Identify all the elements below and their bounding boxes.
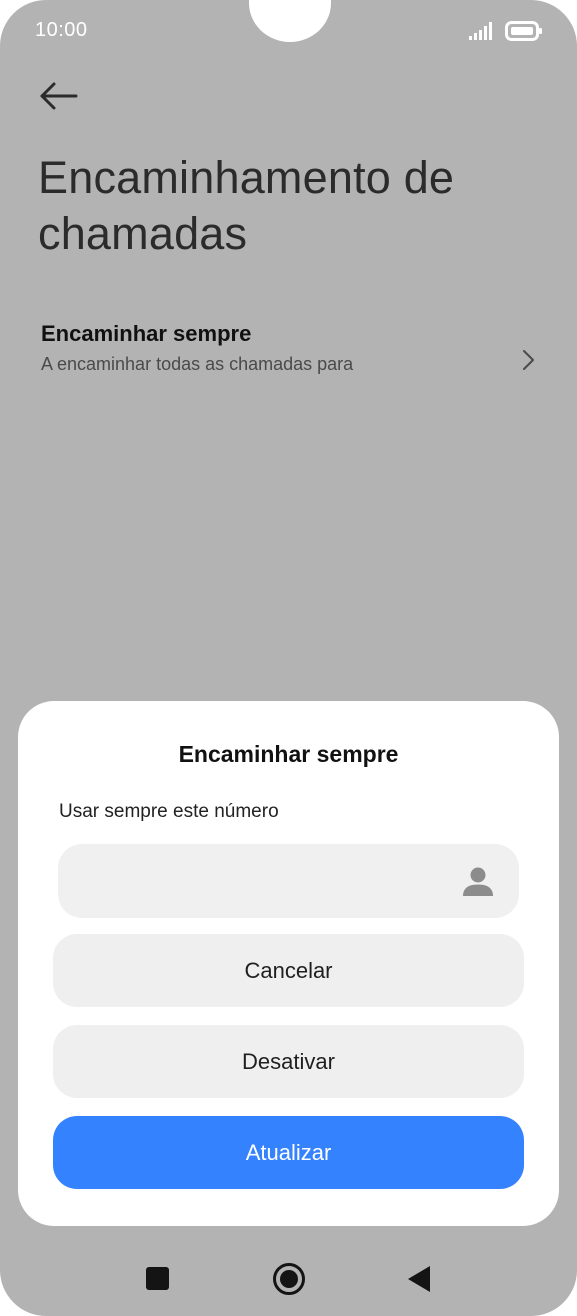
settings-item-always-forward[interactable]: Encaminhar sempre A encaminhar todas as …	[0, 308, 577, 398]
chevron-right-icon	[523, 350, 534, 370]
square-icon[interactable]	[146, 1267, 169, 1290]
navigation-bar	[0, 1240, 577, 1316]
forward-dialog: Encaminhar sempre Usar sempre este númer…	[18, 701, 559, 1226]
dialog-title: Encaminhar sempre	[178, 741, 399, 767]
cancel-button[interactable]: Cancelar	[53, 934, 524, 1007]
update-button[interactable]: Atualizar	[53, 1116, 524, 1189]
settings-item-subtitle: A encaminhar todas as chamadas para	[41, 354, 354, 374]
number-input[interactable]	[78, 844, 452, 920]
page-title: Encaminhamento de chamadas	[38, 152, 455, 259]
phone-screen: 10:00 Encaminhamento de chamadas Encamin…	[0, 0, 577, 1316]
status-time: 10:00	[35, 19, 88, 41]
dialog-label: Usar sempre este número	[59, 801, 279, 822]
circle-icon[interactable]	[272, 1262, 306, 1296]
signal-icon	[469, 22, 492, 40]
battery-icon	[505, 21, 542, 41]
number-input-container	[58, 844, 519, 920]
person-icon[interactable]	[461, 865, 495, 899]
triangle-left-icon[interactable]	[407, 1265, 431, 1293]
disable-button[interactable]: Desativar	[53, 1025, 524, 1098]
arrow-left-icon[interactable]	[36, 76, 80, 116]
settings-item-title: Encaminhar sempre	[41, 321, 252, 346]
